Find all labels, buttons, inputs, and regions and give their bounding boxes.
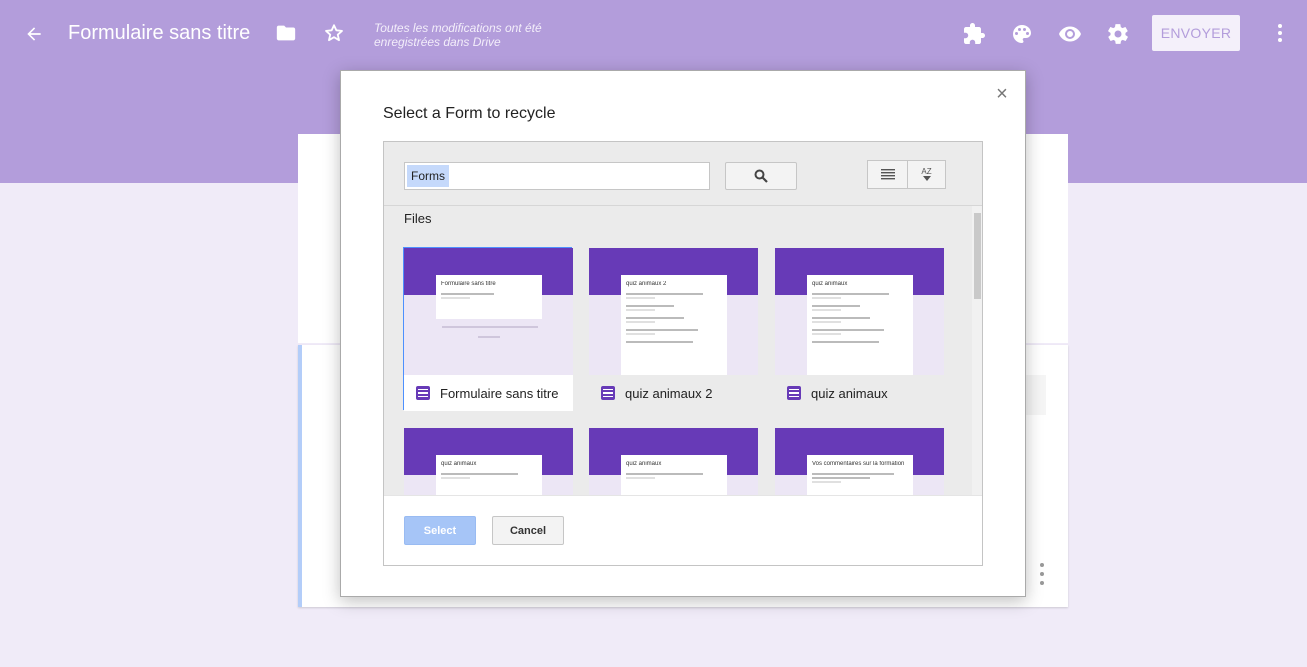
file-thumbnail: quiz animaux 2	[589, 248, 758, 375]
file-tile[interactable]: quiz animaux	[589, 428, 758, 495]
file-name: quiz animaux	[811, 385, 888, 401]
more-vert-icon[interactable]	[1268, 20, 1292, 46]
list-view-icon	[880, 169, 895, 180]
files-section-label: Files	[404, 211, 432, 226]
file-thumbnail: quiz animaux	[775, 248, 944, 375]
scrollbar-thumb[interactable]	[974, 213, 981, 299]
forms-icon	[601, 386, 615, 400]
search-input[interactable]: Forms	[404, 162, 710, 190]
search-filter-chip[interactable]: Forms	[407, 165, 449, 187]
file-tile[interactable]: quiz animaux quiz animaux	[775, 248, 944, 411]
forms-icon	[416, 386, 430, 400]
cancel-button[interactable]: Cancel	[492, 516, 564, 545]
list-view-button[interactable]	[867, 160, 908, 189]
close-icon[interactable]: ×	[993, 84, 1011, 104]
search-icon	[754, 169, 768, 183]
file-name: quiz animaux 2	[625, 385, 713, 401]
addon-icon[interactable]	[961, 21, 987, 47]
folder-icon[interactable]	[274, 21, 298, 45]
file-tile[interactable]: quiz animaux	[404, 428, 573, 495]
sort-arrow-icon	[922, 176, 931, 181]
file-thumbnail: quiz animaux	[589, 428, 758, 495]
question-more-icon[interactable]	[1036, 563, 1048, 585]
sort-button[interactable]: AZ	[907, 160, 946, 189]
settings-icon[interactable]	[1105, 21, 1131, 47]
file-thumbnail: Formulaire sans titre	[404, 248, 573, 375]
picker-footer: Select Cancel	[384, 495, 982, 565]
file-tile[interactable]: quiz animaux 2 quiz animaux 2	[589, 248, 758, 411]
file-name: Formulaire sans titre	[440, 385, 559, 401]
file-picker: Forms AZ Files Formulaire sans titre For…	[383, 141, 983, 566]
sort-az-label: AZ	[921, 167, 932, 176]
search-button[interactable]	[725, 162, 797, 190]
preview-icon[interactable]	[1057, 21, 1083, 47]
dialog-title: Select a Form to recycle	[383, 105, 556, 122]
file-tile[interactable]: Vos commentaires sur la formation	[775, 428, 944, 495]
palette-icon[interactable]	[1009, 21, 1035, 47]
picker-toolbar: Forms AZ	[384, 142, 982, 206]
forms-icon	[787, 386, 801, 400]
send-button[interactable]: ENVOYER	[1152, 15, 1240, 51]
save-status-text: Toutes les modifications ont été enregis…	[374, 21, 542, 49]
file-grid: Files Formulaire sans titre Formulaire s…	[384, 206, 982, 495]
file-tile[interactable]: Formulaire sans titre Formulaire sans ti…	[403, 247, 573, 411]
select-button[interactable]: Select	[404, 516, 476, 545]
form-title[interactable]: Formulaire sans titre	[68, 22, 250, 45]
file-thumbnail: Vos commentaires sur la formation	[775, 428, 944, 495]
back-arrow-icon[interactable]	[20, 20, 48, 48]
recycle-form-dialog: Select a Form to recycle × Forms AZ File…	[340, 70, 1026, 597]
file-thumbnail: quiz animaux	[404, 428, 573, 495]
star-icon[interactable]	[322, 21, 346, 45]
